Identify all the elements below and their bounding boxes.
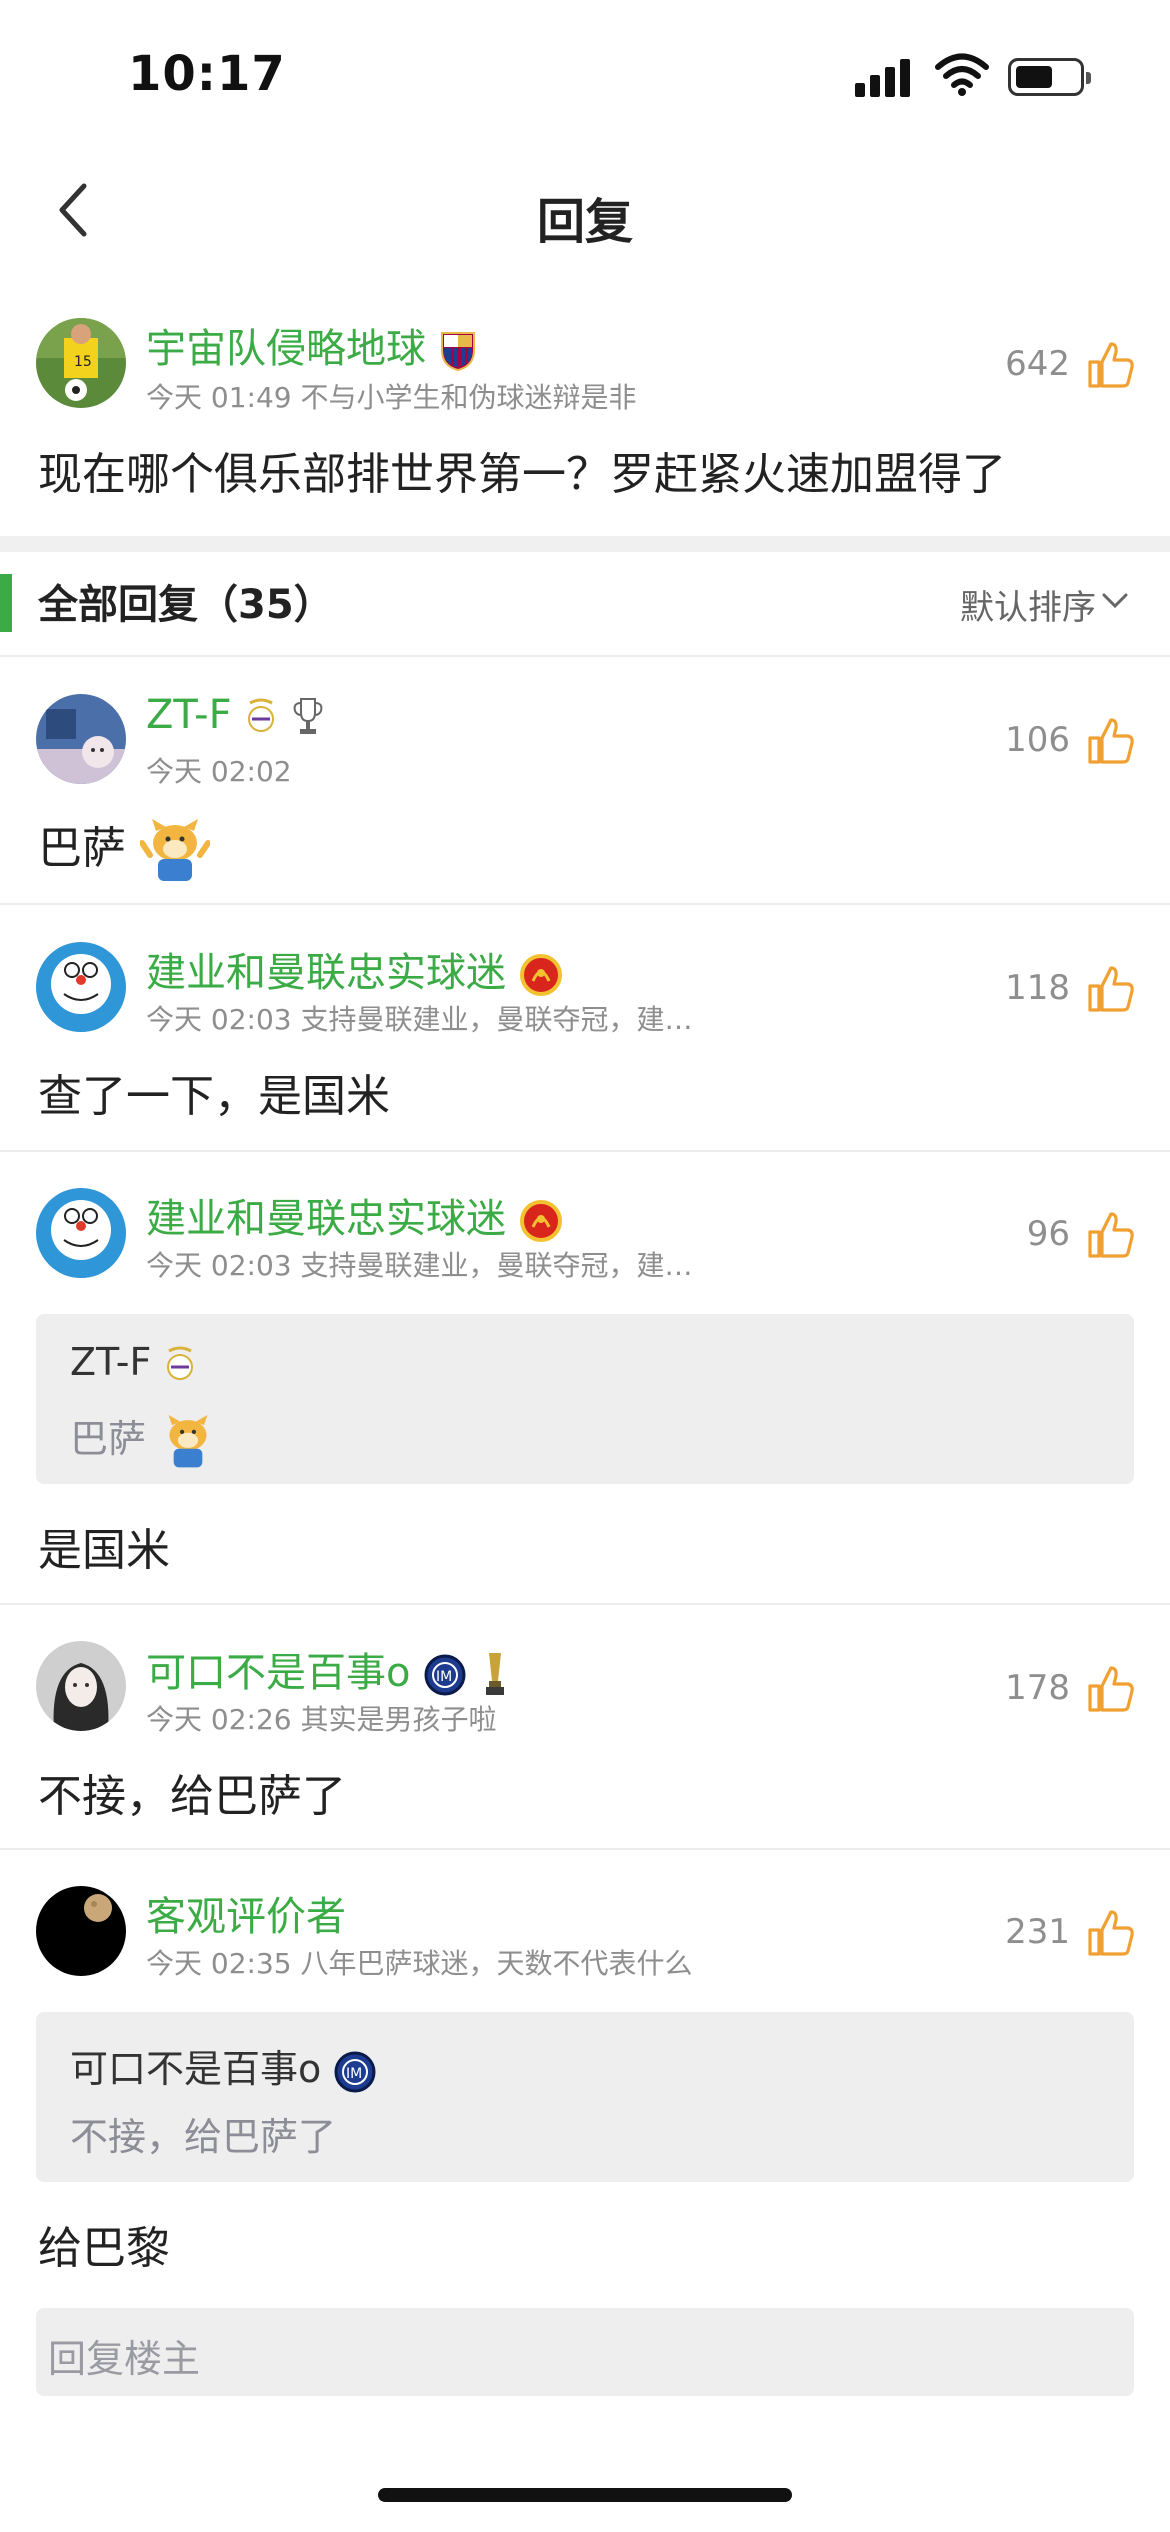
- thumbs-up-icon[interactable]: [1086, 1210, 1136, 1260]
- reply-meta: 今天 02:02: [146, 755, 292, 788]
- like-count: 106: [1005, 720, 1070, 760]
- reply-meta: 今天 02:03 支持曼联建业，曼联夺冠，建…: [146, 1003, 693, 1036]
- like-count: 642: [1005, 344, 1070, 384]
- trophy-icon: [485, 1653, 504, 1695]
- club-crest-icon: [167, 1346, 194, 1380]
- like-count: 231: [1005, 1912, 1070, 1952]
- thumbs-up-icon[interactable]: [1086, 716, 1136, 766]
- post-meta: 今天 01:49 不与小学生和伪球迷辩是非: [146, 381, 637, 414]
- divider: [0, 1150, 1170, 1152]
- divider: [0, 903, 1170, 905]
- like-count: 96: [1026, 1214, 1070, 1254]
- club-crest-icon: [248, 698, 275, 732]
- avatar[interactable]: [36, 1641, 126, 1731]
- page-title: 回复: [536, 194, 633, 250]
- quoted-text: 巴萨: [70, 1417, 147, 1461]
- quoted-reply[interactable]: 可口不是百事o IM 不接，给巴萨了: [36, 2012, 1134, 2182]
- trophy-icon: [293, 698, 323, 734]
- section-separator: [0, 536, 1170, 552]
- avatar[interactable]: [36, 694, 126, 784]
- post-text: 现在哪个俱乐部排世界第一？罗赶紧火速加盟得了: [38, 449, 1006, 500]
- chevron-down-icon[interactable]: [1100, 588, 1130, 614]
- cellular-signal-icon: [855, 57, 915, 97]
- sort-button[interactable]: 默认排序: [960, 580, 1096, 629]
- avatar[interactable]: [36, 1886, 126, 1976]
- username[interactable]: 建业和曼联忠实球迷: [146, 1196, 506, 1242]
- club-crest-icon: [440, 332, 475, 372]
- avatar[interactable]: 15: [36, 318, 126, 408]
- divider: [0, 655, 1170, 657]
- quoted-reply[interactable]: ZT-F 巴萨: [36, 1314, 1134, 1484]
- reply-text: 不接，给巴萨了: [38, 1771, 346, 1822]
- reply-meta: 今天 02:35 八年巴萨球迷，天数不代表什么: [146, 1947, 693, 1980]
- reply-text: 巴萨: [38, 823, 126, 874]
- wifi-icon: [935, 53, 989, 96]
- username[interactable]: 建业和曼联忠实球迷: [146, 950, 506, 996]
- thumbs-up-icon[interactable]: [1086, 964, 1136, 1014]
- divider: [0, 1848, 1170, 1850]
- username[interactable]: 宇宙队侵略地球: [146, 326, 426, 372]
- battery-icon: [1008, 58, 1091, 96]
- username[interactable]: 可口不是百事o: [146, 1650, 410, 1696]
- svg-text:15: 15: [74, 354, 92, 370]
- quoted-username: ZT-F: [70, 1340, 152, 1384]
- reply-meta: 今天 02:26 其实是男孩子啦: [146, 1703, 497, 1736]
- section-title: 全部回复（35）: [38, 582, 334, 628]
- section-accent-bar: [0, 574, 12, 632]
- svg-text:IM: IM: [436, 1669, 452, 1685]
- status-time: 10:17: [128, 46, 286, 102]
- svg-text:IM: IM: [346, 2066, 362, 2082]
- doge-sticker-icon: [168, 1414, 208, 1467]
- username[interactable]: 客观评价者: [146, 1894, 346, 1940]
- nav-bar: 回复: [0, 150, 1170, 270]
- thumbs-up-icon[interactable]: [1086, 1664, 1136, 1714]
- reply-text: 给巴黎: [38, 2223, 170, 2274]
- thumbs-up-icon[interactable]: [1086, 1908, 1136, 1958]
- home-indicator[interactable]: [378, 2488, 792, 2502]
- reply-meta: 今天 02:03 支持曼联建业，曼联夺冠，建…: [146, 1249, 693, 1282]
- status-bar: 10:17: [0, 0, 1170, 150]
- reply-text: 查了一下，是国米: [38, 1071, 390, 1122]
- reply-input[interactable]: 回复楼主: [36, 2308, 1134, 2396]
- like-count: 178: [1005, 1668, 1070, 1708]
- quoted-username: 可口不是百事o: [70, 2047, 322, 2091]
- quoted-text: 不接，给巴萨了: [70, 2115, 337, 2159]
- thumbs-up-icon[interactable]: [1086, 340, 1136, 390]
- reply-text: 是国米: [38, 1525, 170, 1576]
- reply-placeholder: 回复楼主: [48, 2337, 201, 2381]
- club-crest-icon: [519, 954, 562, 996]
- club-crest-icon: IM: [424, 1654, 466, 1696]
- club-crest-icon: [519, 1200, 562, 1242]
- like-count: 118: [1005, 968, 1070, 1008]
- username[interactable]: ZT-F: [146, 692, 232, 738]
- avatar[interactable]: [36, 1188, 126, 1278]
- avatar[interactable]: [36, 942, 126, 1032]
- divider: [0, 1603, 1170, 1605]
- club-crest-icon: IM: [334, 2051, 376, 2092]
- doge-sticker-icon: [140, 819, 210, 881]
